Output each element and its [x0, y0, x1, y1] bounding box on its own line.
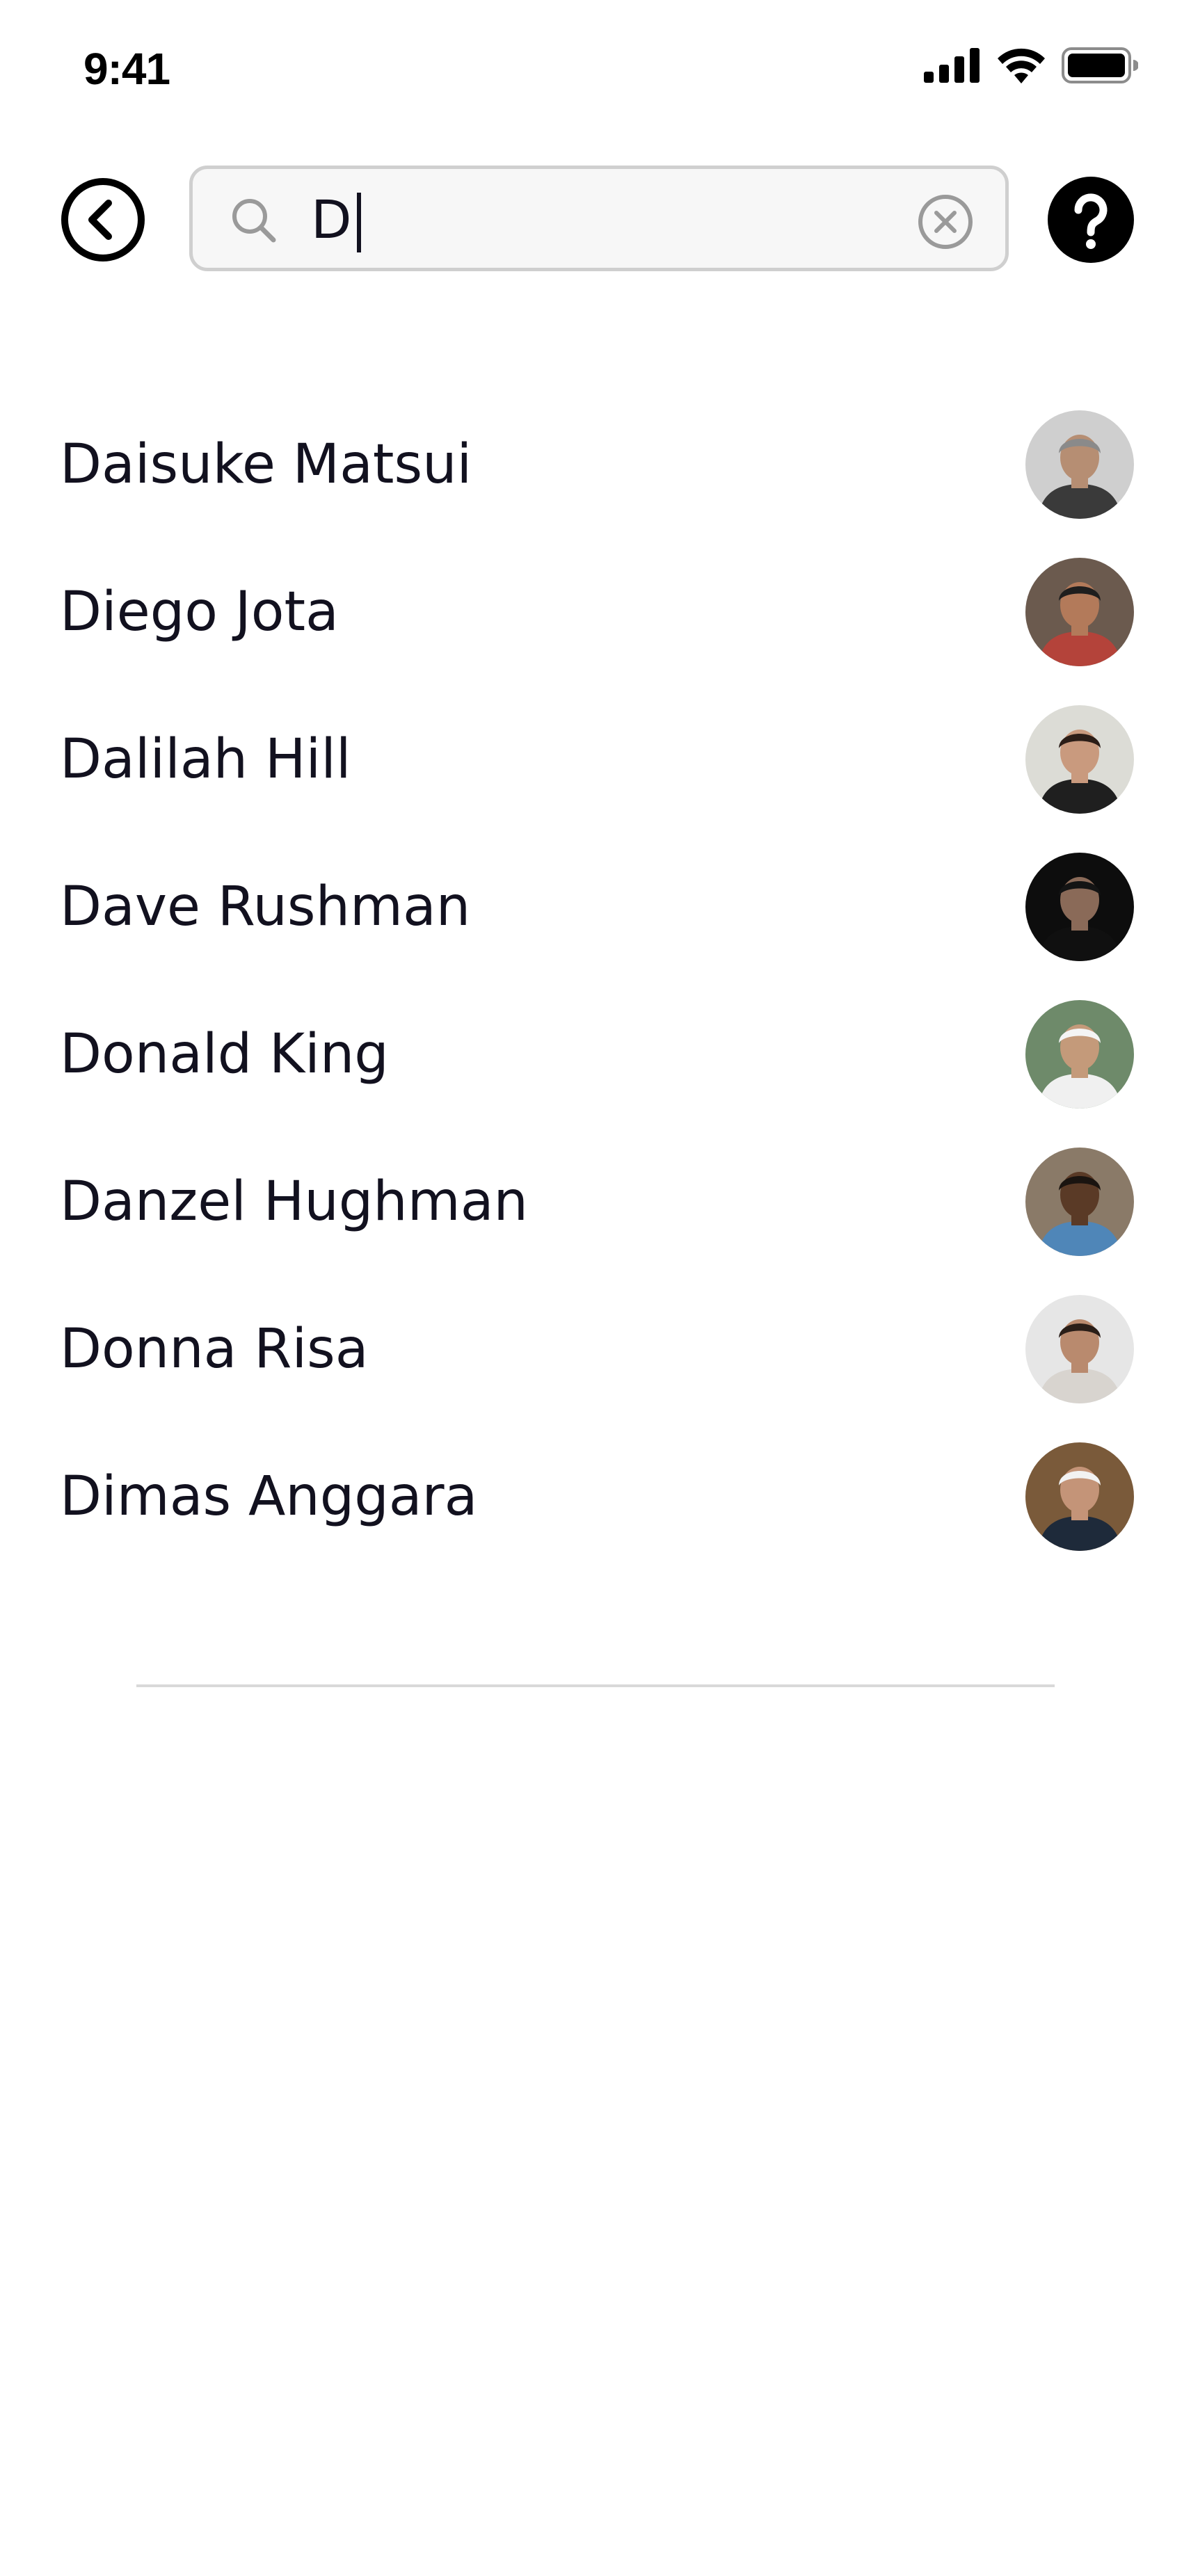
contact-name: Donald King	[60, 1023, 389, 1086]
list-item[interactable]: Dave Rushman	[0, 833, 1191, 981]
list-item[interactable]: Dimas Anggara	[0, 1423, 1191, 1570]
list-item[interactable]: Danzel Hughman	[0, 1128, 1191, 1275]
contact-name: Dave Rushman	[60, 876, 471, 938]
clear-x-circle-icon	[918, 195, 973, 249]
search-results-list: Daisuke Matsui Diego Jota Dalilah Hill Dave…	[0, 391, 1191, 1570]
status-time: 9:41	[83, 44, 170, 94]
search-icon	[232, 199, 276, 243]
avatar	[1025, 558, 1134, 666]
chevron-left-circle-icon	[61, 178, 145, 261]
cellular-signal-icon	[924, 48, 981, 86]
avatar	[1025, 705, 1134, 814]
avatar	[1025, 1000, 1134, 1109]
search-input[interactable]	[311, 184, 868, 254]
list-item[interactable]: Donald King	[0, 981, 1191, 1128]
battery-icon	[1062, 47, 1139, 86]
question-mark-circle-icon	[1048, 177, 1134, 263]
text-cursor	[357, 193, 361, 252]
contact-name: Diego Jota	[60, 581, 339, 643]
avatar	[1025, 853, 1134, 961]
list-item[interactable]: Dalilah Hill	[0, 686, 1191, 833]
clear-search-button[interactable]	[916, 193, 975, 251]
list-item[interactable]: Daisuke Matsui	[0, 391, 1191, 538]
contact-name: Dimas Anggara	[60, 1465, 478, 1528]
contact-name: Dalilah Hill	[60, 728, 351, 791]
search-box[interactable]	[189, 166, 1009, 271]
contact-name: Donna Risa	[60, 1318, 369, 1380]
avatar	[1025, 1442, 1134, 1551]
contact-name: Danzel Hughman	[60, 1170, 528, 1233]
back-button[interactable]	[60, 177, 146, 263]
list-item[interactable]: Diego Jota	[0, 538, 1191, 686]
wifi-icon	[996, 47, 1046, 86]
status-bar: 9:41	[0, 0, 1191, 139]
help-button[interactable]	[1048, 177, 1134, 263]
search-header	[0, 163, 1191, 275]
contact-name: Daisuke Matsui	[60, 433, 472, 496]
avatar	[1025, 1295, 1134, 1403]
avatar	[1025, 1148, 1134, 1256]
divider	[136, 1684, 1055, 1687]
avatar	[1025, 410, 1134, 519]
status-icons	[924, 47, 1139, 86]
list-item[interactable]: Donna Risa	[0, 1275, 1191, 1423]
